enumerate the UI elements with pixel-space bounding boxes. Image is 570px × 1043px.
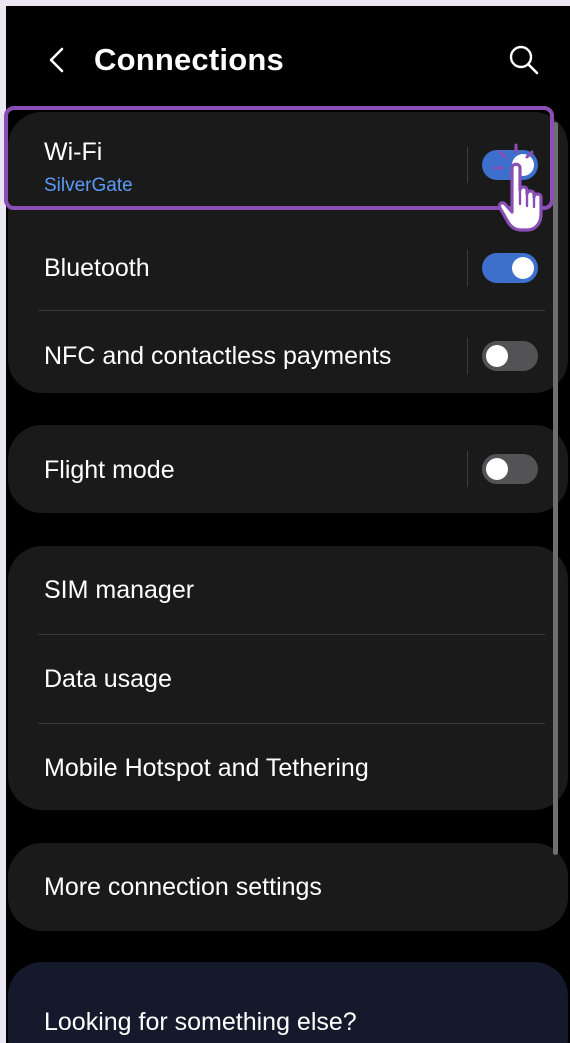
divider (467, 451, 468, 487)
hotspot-row[interactable]: Mobile Hotspot and Tethering (8, 724, 568, 810)
more-connection-settings-row[interactable]: More connection settings (8, 843, 568, 931)
connections-card: Wi-Fi SilverGate Bluetooth NFC and conta… (8, 112, 568, 393)
wifi-label: Wi-Fi (44, 138, 103, 166)
divider (467, 250, 468, 286)
suggestion-title: Looking for something else? (44, 1008, 357, 1036)
divider (467, 338, 468, 374)
network-card: SIM manager Data usage Mobile Hotspot an… (8, 546, 568, 810)
suggestion-card: Looking for something else? (8, 962, 568, 1043)
bluetooth-toggle[interactable] (482, 253, 538, 283)
nfc-toggle[interactable] (482, 341, 538, 371)
more-settings-card: More connection settings (8, 843, 568, 931)
divider (467, 147, 468, 183)
chevron-left-icon[interactable] (42, 40, 72, 80)
flight-mode-card: Flight mode (8, 425, 568, 513)
sim-manager-label: SIM manager (44, 576, 195, 604)
phone-screen: Connections Wi-Fi SilverGate Bluetooth N… (6, 6, 570, 1043)
bluetooth-label: Bluetooth (44, 254, 150, 282)
nfc-row[interactable]: NFC and contactless payments (8, 311, 568, 393)
page-title: Connections (94, 42, 284, 77)
wifi-network-name: SilverGate (44, 175, 133, 196)
bluetooth-row[interactable]: Bluetooth (8, 216, 568, 310)
flight-mode-row[interactable]: Flight mode (8, 425, 568, 513)
hotspot-label: Mobile Hotspot and Tethering (44, 754, 369, 782)
search-icon[interactable] (506, 42, 542, 78)
data-usage-row[interactable]: Data usage (8, 635, 568, 723)
nfc-label: NFC and contactless payments (44, 342, 392, 370)
flight-mode-toggle[interactable] (482, 454, 538, 484)
more-connection-settings-label: More connection settings (44, 873, 322, 901)
data-usage-label: Data usage (44, 665, 172, 693)
app-header: Connections (6, 6, 570, 110)
sim-manager-row[interactable]: SIM manager (8, 546, 568, 634)
wifi-row[interactable]: Wi-Fi SilverGate (8, 112, 568, 216)
flight-mode-label: Flight mode (44, 456, 175, 484)
tap-hand-icon (493, 143, 543, 232)
